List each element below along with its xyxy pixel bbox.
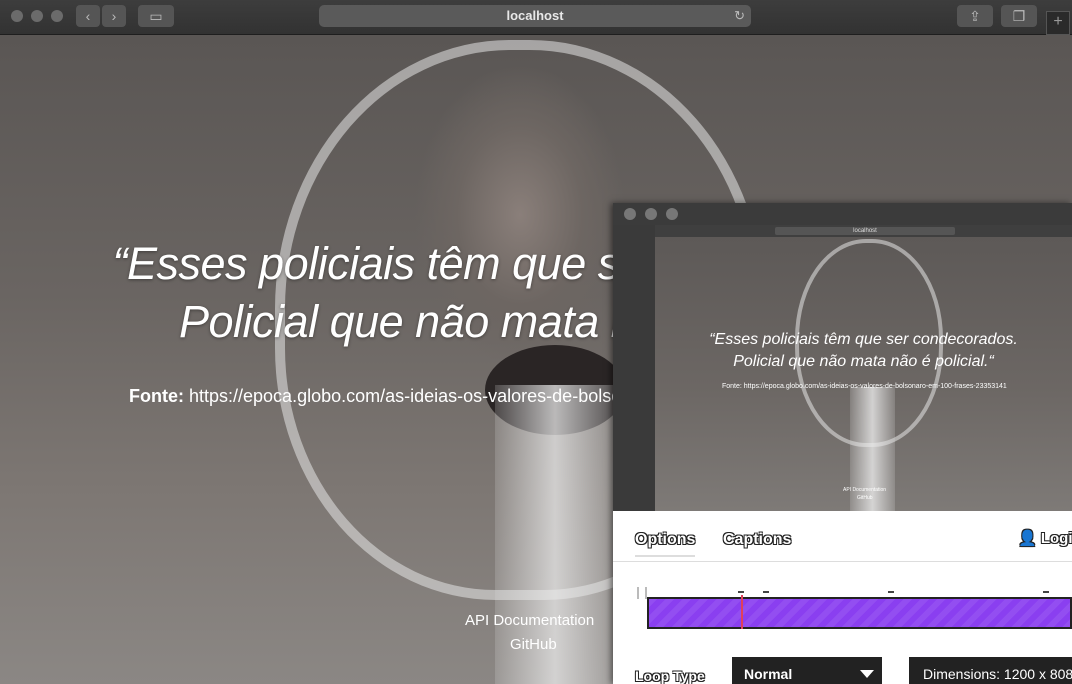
options-panel: Options Captions 👤 Login Loop Type Norma…	[613, 511, 1072, 684]
preview-address-bar: localhost	[775, 227, 955, 235]
github-link[interactable]: GitHub	[510, 636, 557, 653]
tabs-icon: ❐	[1012, 8, 1026, 24]
source-label: Fonte:	[129, 386, 184, 406]
minimize-window-button[interactable]	[31, 10, 43, 22]
loop-type-select[interactable]: Normal	[732, 657, 882, 684]
new-tab-button[interactable]: +	[1046, 11, 1070, 35]
sidebar-icon: ▭	[149, 8, 163, 24]
login-button[interactable]: 👤 Login	[1018, 529, 1072, 547]
window-titlebar	[613, 203, 1072, 225]
back-button[interactable]: ‹	[76, 5, 100, 27]
chevron-left-icon: ‹	[85, 8, 91, 24]
zoom-window-button[interactable]	[666, 208, 678, 220]
preview-source: Fonte: https://epoca.globo.com/as-ideias…	[722, 383, 1007, 390]
timeline-tick	[888, 591, 894, 593]
gif-maker-window: localhost “Esses policiais têm que ser c…	[613, 203, 1072, 684]
api-documentation-link[interactable]: API Documentation	[465, 612, 594, 629]
share-icon: ⇪	[969, 8, 981, 24]
preview-quote-line-2: Policial que não mata não é policial.“	[733, 353, 994, 370]
preview-browser-toolbar: localhost	[655, 225, 1072, 237]
loop-type-label: Loop Type	[635, 668, 705, 684]
chevron-right-icon: ›	[111, 8, 117, 24]
user-icon: 👤	[1018, 530, 1037, 547]
minimize-window-button[interactable]	[645, 208, 657, 220]
timeline-tick	[1043, 591, 1049, 593]
tabs-overview-button[interactable]: ❐	[1001, 5, 1037, 27]
preview-api-docs: API Documentation	[843, 487, 887, 493]
dimensions-display: Dimensions: 1200 x 808	[909, 657, 1072, 684]
tab-options[interactable]: Options	[635, 531, 696, 557]
loop-type-value: Normal	[744, 666, 793, 682]
window-side-strip	[613, 225, 655, 511]
reload-icon[interactable]: ↻	[734, 5, 745, 27]
close-window-button[interactable]	[624, 208, 636, 220]
preview-github: GitHub	[857, 495, 873, 501]
close-window-button[interactable]	[11, 10, 23, 22]
forward-button[interactable]: ›	[102, 5, 126, 27]
timeline-tick	[738, 591, 744, 593]
timeline-track[interactable]	[647, 597, 1072, 629]
timeline-tick	[763, 591, 769, 593]
preview-quote: “Esses policiais têm que ser condecorado…	[655, 329, 1072, 373]
address-text: localhost	[506, 8, 564, 23]
caret-down-icon	[860, 670, 874, 678]
timeline-playhead[interactable]	[741, 595, 743, 629]
panel-divider	[613, 561, 1072, 562]
sidebar-toggle-button[interactable]: ▭	[138, 5, 174, 27]
tab-captions[interactable]: Captions	[723, 531, 791, 549]
browser-toolbar: ‹ › ▭ localhost ↻ ⇪ ❐ +	[0, 0, 1072, 35]
preview-page: “Esses policiais têm que ser condecorado…	[655, 237, 1072, 511]
zoom-window-button[interactable]	[51, 10, 63, 22]
login-label: Login	[1040, 530, 1072, 547]
pause-icon[interactable]	[637, 587, 647, 599]
preview-quote-line-1: “Esses policiais têm que ser condecorado…	[709, 331, 1018, 348]
address-bar[interactable]: localhost ↻	[319, 5, 751, 27]
share-button[interactable]: ⇪	[957, 5, 993, 27]
